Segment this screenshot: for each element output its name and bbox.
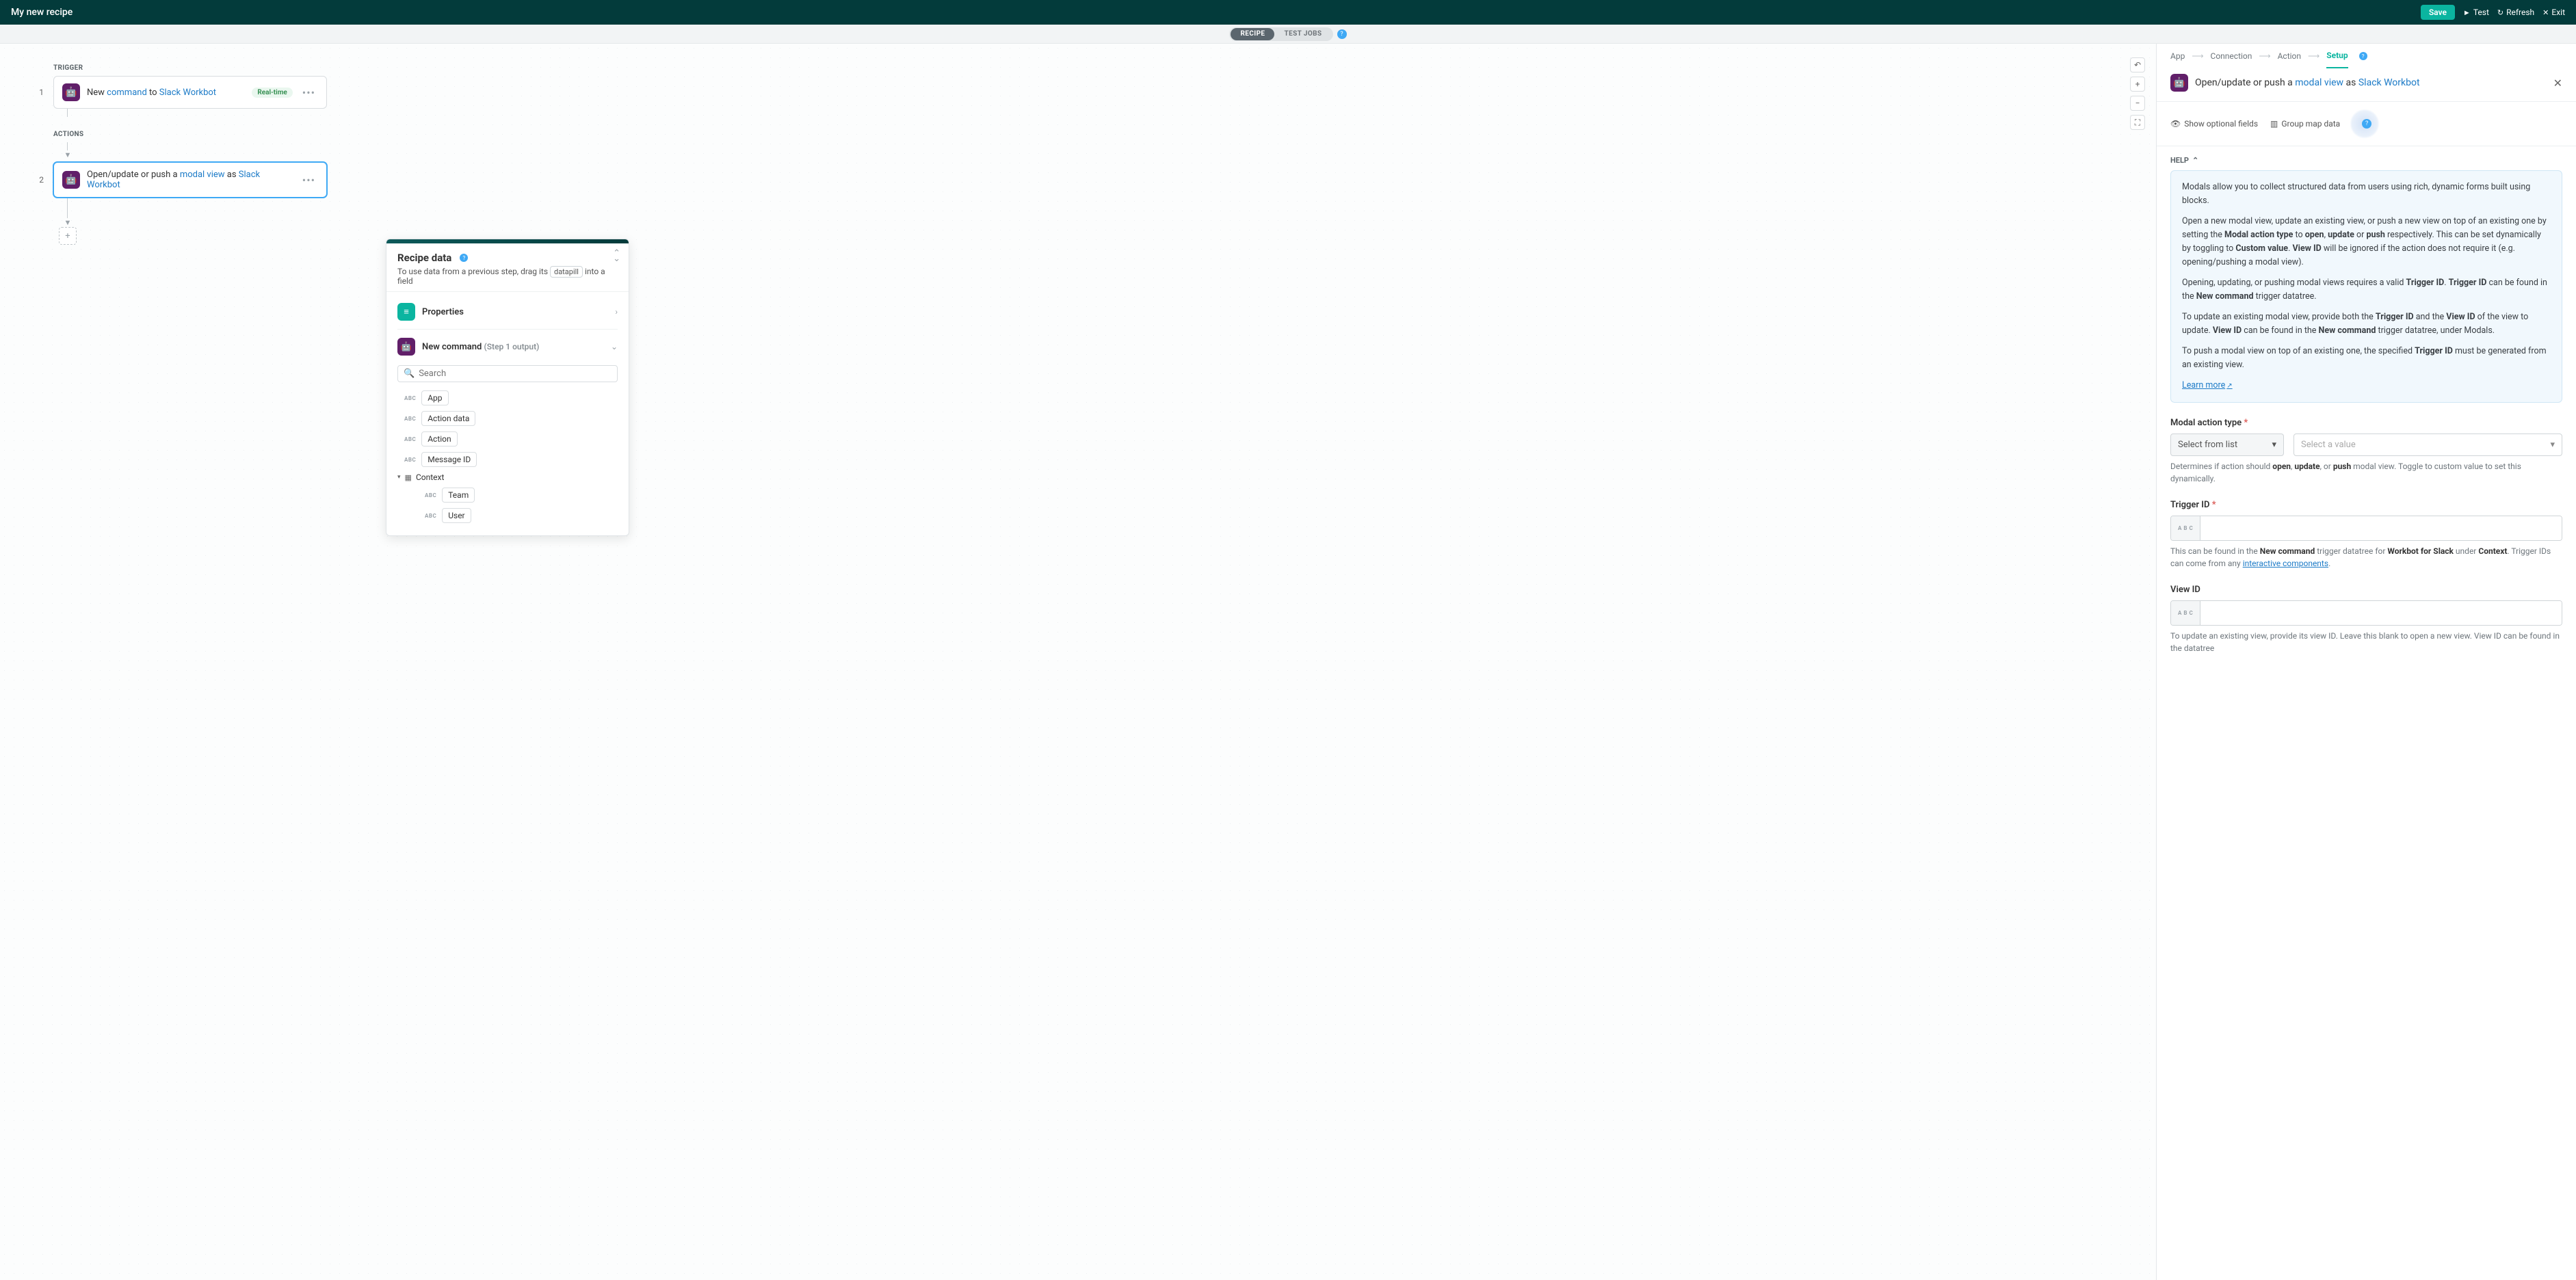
actions-label: ACTIONS [53, 131, 327, 138]
crumb-setup[interactable]: Setup [2326, 51, 2348, 68]
learn-more-link[interactable]: Learn more↗ [2182, 380, 2233, 390]
arrow-down-icon: ▼ [64, 150, 328, 159]
arrow-down-icon: ▼ [64, 218, 328, 227]
help-icon[interactable]: ? [1337, 29, 1347, 39]
highlight-ring: ? [2350, 109, 2380, 139]
chevron-down-icon: ▾ [2272, 440, 2276, 450]
modal-action-type-desc: Determines if action should open, update… [2170, 460, 2562, 485]
datapill-app[interactable]: ABCApp [397, 388, 618, 408]
step-menu-1[interactable]: ••• [300, 86, 318, 99]
slack-workbot-icon: 🤖 [62, 171, 80, 189]
top-tabs: RECIPE TEST JOBS ? [0, 25, 2576, 44]
realtime-badge: Real-time [252, 88, 292, 98]
search-icon: 🔍 [404, 369, 415, 379]
action-step[interactable]: 🤖 Open/update or push a modal view as Sl… [53, 162, 327, 198]
tab-test-jobs[interactable]: TEST JOBS [1274, 28, 1331, 40]
slack-workbot-icon: 🤖 [62, 83, 80, 101]
datapill-user[interactable]: ABCUser [397, 505, 618, 526]
help-icon[interactable]: ? [2362, 119, 2371, 129]
context-group[interactable]: ▾▦Context [397, 470, 618, 485]
add-step-button[interactable]: + [59, 227, 77, 245]
test-button[interactable]: ►Test [2463, 8, 2489, 17]
trigger-id-desc: This can be found in the New command tri… [2170, 545, 2562, 570]
datapill-message-id[interactable]: ABCMessage ID [397, 449, 618, 470]
exit-button[interactable]: ✕Exit [2542, 8, 2565, 17]
undo-button[interactable]: ↶ [2130, 57, 2145, 72]
interactive-components-link[interactable]: interactive components [2243, 559, 2328, 568]
trigger-id-input[interactable] [2200, 516, 2562, 540]
topbar: My new recipe Save ►Test ↻Refresh ✕Exit [0, 0, 2576, 25]
slack-workbot-icon: 🤖 [397, 338, 415, 356]
trigger-step[interactable]: 🤖 New command to Slack Workbot Real-time… [53, 76, 327, 109]
help-toggle[interactable]: HELP⌃ [2170, 156, 2562, 165]
panel-subtitle: To use data from a previous step, drag i… [397, 267, 618, 286]
text-type-icon: A B C [2171, 516, 2200, 540]
datapill-search[interactable]: 🔍 [397, 365, 618, 382]
grid-icon: ▦ [405, 473, 412, 482]
datapill-action-data[interactable]: ABCAction data [397, 408, 618, 429]
save-button[interactable]: Save [2421, 5, 2455, 20]
chevron-down-icon: ▾ [2550, 440, 2555, 450]
zoom-out-button[interactable]: − [2130, 96, 2145, 111]
step-number-1: 1 [37, 88, 44, 97]
modal-action-type-value[interactable]: Select a value▾ [2294, 434, 2562, 456]
text-type-icon: A B C [2171, 601, 2200, 625]
panel-title: Recipe data [397, 252, 451, 264]
zoom-in-button[interactable]: + [2130, 77, 2145, 92]
panel-resize-handle[interactable]: ⌃⌄ [613, 250, 620, 261]
canvas[interactable]: TRIGGER 1 🤖 New command to Slack Workbot… [0, 44, 2156, 1280]
datapill-action[interactable]: ABCAction [397, 429, 618, 449]
columns-icon: ▥ [2270, 119, 2278, 129]
group-map-data[interactable]: ▥Group map data [2270, 119, 2340, 129]
trigger-step-text: New command to Slack Workbot [87, 88, 245, 98]
view-id-label: View ID [2170, 585, 2562, 595]
step-menu-2[interactable]: ••• [300, 174, 318, 187]
config-panel: App⟶ Connection⟶ Action⟶ Setup ? 🤖 Open/… [2156, 44, 2576, 1280]
help-content: Modals allow you to collect structured d… [2170, 170, 2562, 403]
view-id-input[interactable] [2200, 601, 2562, 625]
slack-workbot-icon: 🤖 [2170, 74, 2188, 92]
recipe-data-panel: ⌃⌄ Recipe data ? To use data from a prev… [386, 239, 629, 536]
play-icon: ► [2463, 8, 2471, 17]
close-panel-button[interactable]: ✕ [2553, 77, 2562, 90]
help-icon[interactable]: ? [460, 254, 468, 262]
trigger-id-label: Trigger ID * [2170, 500, 2562, 510]
external-link-icon: ↗ [2226, 382, 2232, 390]
help-icon[interactable]: ? [2359, 52, 2367, 60]
caret-down-icon: ▾ [397, 474, 401, 481]
step-number-2: 2 [37, 175, 44, 185]
trigger-label: TRIGGER [53, 64, 327, 72]
crumb-connection[interactable]: Connection [2211, 51, 2252, 61]
crumb-action[interactable]: Action [2278, 51, 2301, 61]
chevron-right-icon: › [615, 307, 618, 317]
new-command-row[interactable]: 🤖 New command (Step 1 output) ⌄ [397, 332, 618, 361]
panel-heading: Open/update or push a modal view as Slac… [2195, 77, 2420, 88]
properties-row[interactable]: ≡ Properties › [397, 297, 618, 326]
chevron-up-icon: ⌃ [2192, 156, 2198, 165]
crumb-app[interactable]: App [2170, 51, 2185, 61]
view-id-desc: To update an existing view, provide its … [2170, 630, 2562, 654]
properties-icon: ≡ [397, 303, 415, 321]
datapill-search-input[interactable] [419, 369, 612, 379]
refresh-icon: ↻ [2497, 8, 2503, 17]
show-optional-fields[interactable]: 👁Show optional fields [2170, 119, 2258, 129]
recipe-title: My new recipe [11, 7, 73, 18]
eye-icon: 👁 [2170, 119, 2181, 129]
chevron-down-icon: ⌄ [611, 342, 618, 351]
datapill-team[interactable]: ABCTeam [397, 485, 618, 505]
refresh-button[interactable]: ↻Refresh [2497, 8, 2534, 17]
action-step-text: Open/update or push a modal view as Slac… [87, 170, 293, 190]
breadcrumb: App⟶ Connection⟶ Action⟶ Setup ? [2157, 44, 2576, 68]
modal-action-type-label: Modal action type * [2170, 418, 2562, 428]
fit-button[interactable]: ⛶ [2130, 115, 2145, 130]
close-icon: ✕ [2542, 8, 2549, 17]
modal-action-type-mode[interactable]: Select from list▾ [2170, 434, 2284, 456]
tab-recipe[interactable]: RECIPE [1231, 28, 1274, 40]
